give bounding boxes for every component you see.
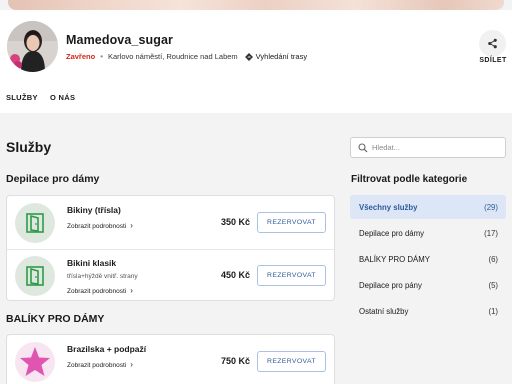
details-link-label: Zobrazit podrobnosti [67, 288, 127, 295]
avatar [7, 21, 58, 72]
star-icon [20, 347, 50, 376]
chevron-right-icon: › [130, 360, 133, 369]
search-icon [358, 143, 368, 153]
filter-other-services[interactable]: Ostatní služby (1) [350, 299, 506, 323]
door-icon [26, 213, 44, 233]
share-button[interactable] [479, 30, 506, 57]
filter-packages-women[interactable]: BALÍKY PRO DÁMY (6) [350, 247, 506, 271]
share-label[interactable]: SDÍLET [474, 57, 512, 64]
book-button[interactable]: REZERVOVAT [257, 351, 326, 372]
status-badge: Zavřeno [66, 52, 96, 61]
chevron-right-icon: › [130, 221, 133, 230]
service-details-link[interactable]: Zobrazit podrobnosti › [67, 221, 133, 230]
search-box[interactable] [350, 137, 506, 158]
service-details-link[interactable]: Zobrazit podrobnosti › [67, 360, 133, 369]
filter-label: BALÍKY PRO DÁMY [359, 254, 430, 264]
service-row: Bikiny (třísla) Zobrazit podrobnosti › 35… [7, 197, 334, 249]
separator-dot: • [100, 52, 103, 61]
service-name: Bikiny (třísla) [67, 205, 121, 215]
tab-services[interactable]: SLUŽBY [6, 93, 38, 102]
directions-icon [244, 52, 253, 61]
category-title: Depilace pro dámy [6, 173, 100, 185]
service-description: třísla+hýždě vnitř. strany [67, 273, 138, 280]
service-card: Bikiny (třísla) Zobrazit podrobnosti › 35… [6, 195, 335, 301]
details-link-label: Zobrazit podrobnosti [67, 362, 127, 369]
service-row: Bikini klasik třísla+hýždě vnitř. strany… [7, 250, 334, 302]
door-icon [26, 266, 44, 286]
search-input[interactable] [372, 140, 500, 155]
service-thumbnail [15, 203, 55, 243]
filter-all-services[interactable]: Všechny služby (29) [350, 195, 506, 219]
business-address: Karlovo náměstí, Roudnice nad Labem [108, 52, 238, 61]
filter-label: Ostatní služby [359, 306, 409, 316]
filter-depilation-women[interactable]: Depilace pro dámy (17) [350, 221, 506, 245]
service-price: 450 Kč [220, 270, 250, 280]
filter-label: Depilace pro pány [359, 280, 422, 290]
page-title: Služby [6, 139, 52, 155]
filter-count: (17) [484, 228, 498, 238]
tab-about[interactable]: O NÁS [50, 93, 75, 102]
business-header: Mamedova_sugar Zavřeno • Karlovo náměstí… [0, 10, 512, 113]
filter-title: Filtrovat podle kategorie [351, 174, 468, 185]
book-button[interactable]: REZERVOVAT [257, 212, 326, 233]
service-price: 350 Kč [220, 217, 250, 227]
business-name: Mamedova_sugar [66, 33, 173, 47]
filter-label: Všechny služby [359, 202, 418, 212]
filter-count: (29) [484, 202, 498, 212]
filter-label: Depilace pro dámy [359, 228, 425, 238]
service-price: 750 Kč [220, 356, 250, 366]
service-card: Brazilska + podpaží Zobrazit podrobnosti… [6, 334, 335, 384]
filter-depilation-men[interactable]: Depilace pro pány (5) [350, 273, 506, 297]
service-name: Brazilska + podpaží [67, 344, 147, 354]
chevron-right-icon: › [130, 286, 133, 295]
share-icon [488, 38, 497, 49]
service-thumbnail [15, 256, 55, 296]
service-details-link[interactable]: Zobrazit podrobnosti › [67, 286, 133, 295]
filter-count: (1) [488, 306, 498, 316]
category-title: BALÍKY PRO DÁMY [6, 313, 105, 325]
service-row: Brazilska + podpaží Zobrazit podrobnosti… [7, 336, 334, 384]
cover-image [8, 0, 504, 10]
cover-banner [0, 0, 512, 10]
filter-count: (6) [488, 254, 498, 264]
filter-count: (5) [488, 280, 498, 290]
service-thumbnail [15, 342, 55, 382]
business-meta: Zavřeno • Karlovo náměstí, Roudnice nad … [66, 52, 307, 61]
book-button[interactable]: REZERVOVAT [257, 265, 326, 286]
service-name: Bikini klasik [67, 258, 117, 268]
directions-link[interactable]: Vyhledání trasy [256, 52, 307, 61]
details-link-label: Zobrazit podrobnosti [67, 223, 127, 230]
